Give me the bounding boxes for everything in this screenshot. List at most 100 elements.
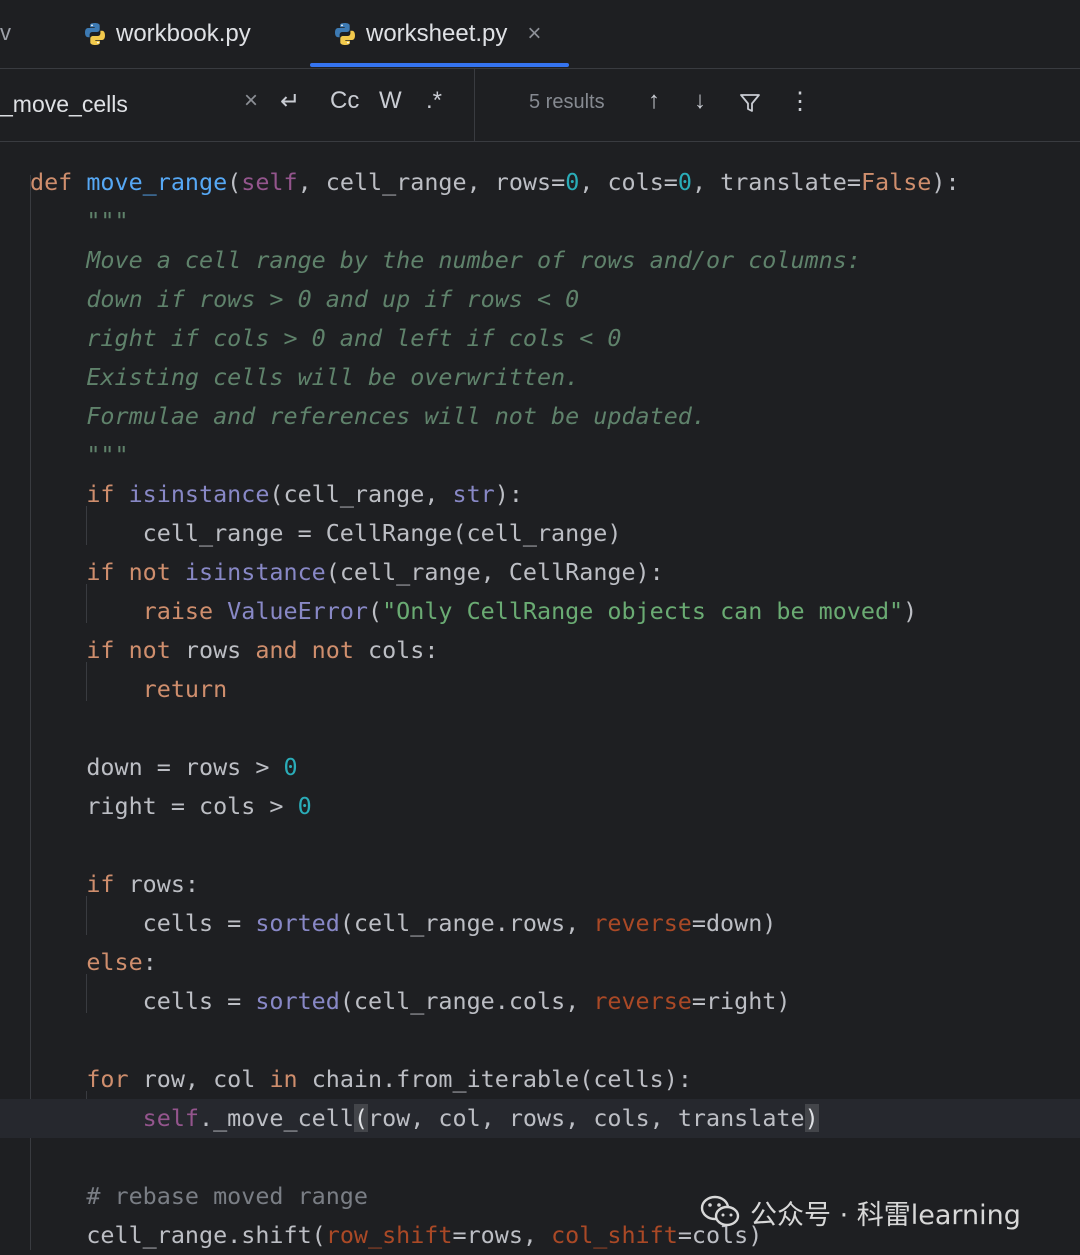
code-token: """ [30,441,129,469]
code-token: self [142,1104,200,1132]
code-line[interactable]: down if rows > 0 and up if rows < 0 [0,280,1080,319]
code-token: =right) [691,987,791,1015]
filter-icon[interactable] [738,91,762,115]
new-line-icon[interactable]: ↵ [280,87,300,116]
code-line[interactable]: cell_range = CellRange(cell_range) [0,514,1080,553]
code-token: ._move_cell [199,1104,354,1132]
code-token: rows [184,636,256,664]
code-token: ( [227,168,242,196]
watermark: 公众号 · 科雷learning [700,1190,1021,1234]
code-token: right = cols > [30,792,298,820]
code-line[interactable] [0,826,1080,865]
code-token: reverse [593,987,692,1015]
code-token: cell_range = CellRange(cell_range) [30,519,622,547]
code-token: if [86,870,129,898]
tab-worksheet[interactable]: worksheet.py × [332,0,541,68]
code-token: cells = [30,909,256,937]
code-token: =down) [691,909,777,937]
code-line[interactable]: right if cols > 0 and left if cols < 0 [0,319,1080,358]
code-line[interactable] [0,1021,1080,1060]
code-line[interactable]: if rows: [0,865,1080,904]
tab-workbook[interactable]: workbook.py [82,0,251,68]
code-line[interactable]: for row, col in chain.from_iterable(cell… [0,1060,1080,1099]
code-token: move_range [86,168,228,196]
clear-search-icon[interactable]: × [244,87,258,115]
code-line[interactable]: def move_range(self, cell_range, rows=0,… [0,163,1080,202]
code-token: (cell_range.cols, [339,987,594,1015]
code-token: right if cols > 0 and left if cols < 0 [30,324,622,352]
code-token: ): [931,168,960,196]
code-token: str [452,480,495,508]
python-file-icon [85,23,105,45]
code-token: cells = [30,987,256,1015]
close-tab-icon[interactable]: × [527,20,541,48]
code-token: rows: [128,870,200,898]
code-token: sorted [255,987,340,1015]
code-line[interactable] [0,1138,1080,1177]
code-token: =rows, [452,1221,552,1249]
code-line[interactable] [0,709,1080,748]
code-line[interactable]: down = rows > 0 [0,748,1080,787]
code-editor[interactable]: def move_range(self, cell_range, rows=0,… [0,142,1080,1255]
code-token: raise [142,597,228,625]
code-token: if not [86,558,185,586]
match-case-toggle[interactable]: Cc [330,87,359,115]
find-in-file-bar: _move_cells × ↵ Cc W .* 5 results ↑ ↓ ⋮ [0,69,1080,142]
code-token: else [86,948,143,976]
code-line[interactable]: raise ValueError("Only CellRange objects… [0,592,1080,631]
code-token: , cols= [579,168,678,196]
code-token: sorted [255,909,340,937]
code-line[interactable]: """ [0,202,1080,241]
code-token: isinstance [184,558,326,586]
code-line[interactable]: Existing cells will be overwritten. [0,358,1080,397]
more-options-icon[interactable]: ⋮ [788,87,812,116]
code-token: ) [804,1104,819,1132]
code-token: """ [30,207,129,235]
code-token: ( [368,597,383,625]
code-token: Formulae and references will not be upda… [30,402,706,430]
results-count: 5 results [529,91,605,113]
code-token: , cell_range, rows= [297,168,566,196]
active-tab-indicator [310,63,569,67]
code-line[interactable]: cells = sorted(cell_range.cols, reverse=… [0,982,1080,1021]
editor-tab-bar: v workbook.py worksheet.py × [0,0,1080,69]
code-line[interactable]: cells = sorted(cell_range.rows, reverse=… [0,904,1080,943]
search-input[interactable]: _move_cells [0,91,128,118]
previous-occurrence-icon[interactable]: ↑ [648,87,660,115]
code-line[interactable]: return [0,670,1080,709]
code-line[interactable]: """ [0,436,1080,475]
code-token: (cell_range, CellRange): [325,558,664,586]
code-token: ) [903,597,918,625]
code-line[interactable]: self._move_cell(row, col, rows, cols, tr… [0,1099,1080,1138]
code-line[interactable]: Formulae and references will not be upda… [0,397,1080,436]
regex-toggle[interactable]: .* [426,87,442,115]
next-occurrence-icon[interactable]: ↓ [694,87,706,115]
code-line[interactable]: if not isinstance(cell_range, CellRange)… [0,553,1080,592]
whole-words-toggle[interactable]: W [379,87,402,115]
wechat-icon [700,1195,740,1227]
code-line[interactable]: else: [0,943,1080,982]
code-token: cell_range.shift( [30,1221,326,1249]
tab-label: workbook.py [116,20,251,47]
code-token: cols: [368,636,439,664]
tab-overflow-chevron[interactable]: v [0,20,11,46]
code-token: if not [86,636,185,664]
code-line[interactable]: right = cols > 0 [0,787,1080,826]
code-line[interactable]: Move a cell range by the number of rows … [0,241,1080,280]
code-token: Move a cell range by the number of rows … [30,246,861,274]
code-token: 0 [283,753,298,781]
code-token: col_shift [551,1221,678,1249]
code-token: "Only CellRange objects can be moved" [382,597,904,625]
code-token: def [30,168,87,196]
code-line[interactable]: if not rows and not cols: [0,631,1080,670]
code-token: (cell_range, [269,480,453,508]
code-token: 0 [297,792,312,820]
code-token: ( [353,1104,369,1132]
code-line[interactable]: if isinstance(cell_range, str): [0,475,1080,514]
